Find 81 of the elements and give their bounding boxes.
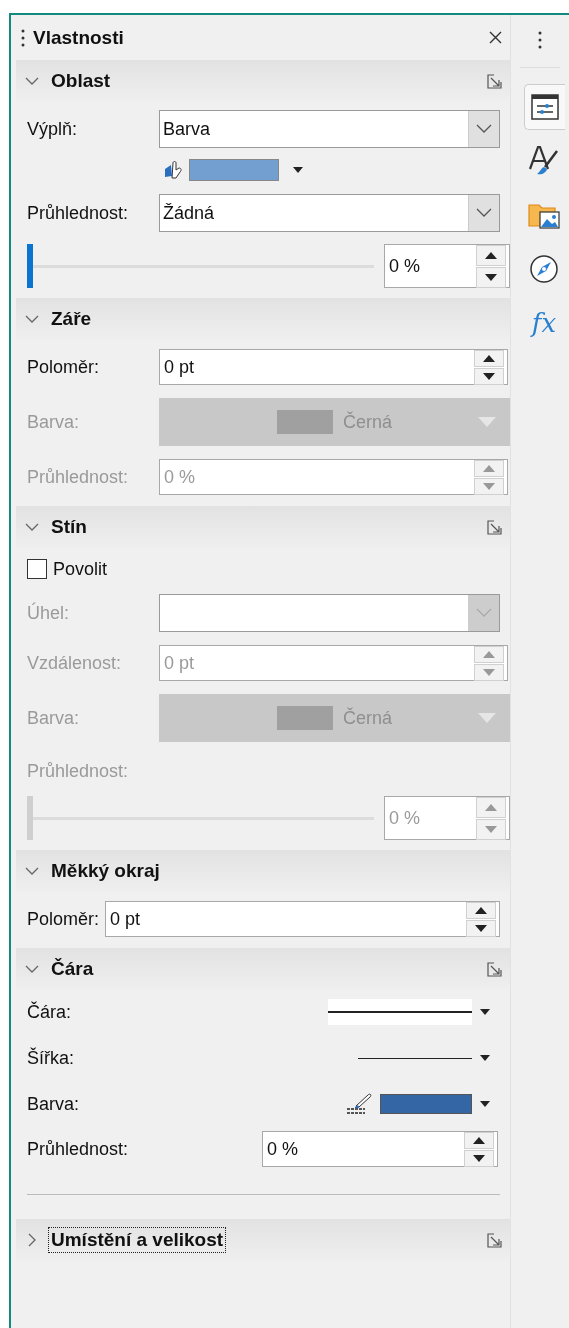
grip-icon[interactable]: [21, 27, 25, 48]
chevron-down-icon: [476, 124, 492, 134]
section-title: Měkký okraj: [50, 859, 161, 883]
line-color-icon[interactable]: [346, 1092, 372, 1116]
field-label: Výplň:: [27, 118, 79, 140]
field-label: Šířka:: [27, 1047, 74, 1069]
spin-field[interactable]: 0 pt: [159, 349, 508, 385]
more-options-icon[interactable]: [487, 961, 502, 977]
more-options-icon[interactable]: [487, 73, 502, 89]
spin-field[interactable]: 0 %: [262, 1131, 498, 1167]
section-title: Čára: [50, 957, 95, 981]
field-label: Průhlednost:: [27, 202, 130, 224]
functions-label: fx: [531, 308, 557, 338]
down-arrow-icon: [485, 825, 497, 833]
dropdown-arrow-icon: [478, 417, 496, 427]
fill-bucket-icon[interactable]: [163, 160, 185, 180]
field-label: Barva:: [27, 411, 81, 433]
more-options-icon[interactable]: [487, 1232, 502, 1248]
spin-up-button[interactable]: [476, 244, 506, 266]
field-label: Vzdálenost:: [27, 652, 123, 674]
dropdown-arrow-icon[interactable]: [480, 1101, 490, 1107]
spin-down-button[interactable]: [464, 1149, 494, 1167]
up-arrow-icon: [485, 803, 497, 811]
up-arrow-icon: [483, 354, 495, 362]
sidebar-tab[interactable]: [523, 84, 565, 130]
line-style-preview[interactable]: [328, 999, 472, 1025]
spin-up-button[interactable]: [464, 1131, 494, 1149]
field-label: Barva:: [27, 1093, 80, 1115]
color-swatch[interactable]: [380, 1094, 472, 1114]
properties-icon: [529, 93, 560, 121]
slider-thumb[interactable]: [27, 244, 33, 288]
spin-up-button[interactable]: [466, 901, 496, 919]
section-title: Stín: [50, 515, 88, 539]
dropdown[interactable]: Barva: [159, 110, 500, 148]
checkbox[interactable]: [27, 559, 47, 579]
field-label: Barva:: [27, 707, 81, 729]
dropdown-arrow-icon[interactable]: [293, 167, 303, 173]
spin-down-button[interactable]: [466, 919, 496, 937]
field-label: Poloměr:: [27, 908, 100, 930]
down-arrow-icon: [473, 1154, 485, 1162]
up-arrow-icon: [483, 464, 495, 472]
checkbox-label[interactable]: Povolit: [53, 558, 108, 580]
dropdown-arrow-icon: [478, 713, 496, 723]
more-options-icon[interactable]: [487, 519, 502, 535]
down-arrow-icon: [485, 273, 497, 281]
down-arrow-icon: [483, 482, 495, 490]
spin-down-button[interactable]: [474, 367, 504, 385]
color-swatch[interactable]: [189, 159, 279, 181]
field-label: Úhel:: [27, 602, 71, 624]
dropdown[interactable]: [159, 594, 500, 632]
section-title: Oblast: [50, 69, 112, 93]
dropdown-arrow-icon[interactable]: [480, 1009, 490, 1015]
section-title: Umístění a velikost: [48, 1227, 227, 1253]
field-label: Průhlednost:: [27, 1138, 130, 1160]
line-width-preview[interactable]: [358, 1057, 472, 1059]
brush-icon: [527, 145, 561, 177]
compass-icon: [529, 254, 559, 284]
sidebar-tab[interactable]: fx: [523, 300, 565, 346]
down-arrow-icon: [483, 372, 495, 380]
spin-down-button[interactable]: [476, 266, 506, 288]
field-label: Čára:: [27, 1001, 71, 1023]
field-label: Průhlednost:: [27, 760, 130, 782]
chevron-down-icon: [476, 208, 492, 218]
up-arrow-icon: [475, 906, 487, 914]
up-arrow-icon: [473, 1136, 485, 1144]
spin-field[interactable]: 0 %: [384, 244, 510, 288]
down-arrow-icon: [483, 668, 495, 676]
dropdown[interactable]: Žádná: [159, 194, 500, 232]
section-title: Záře: [50, 307, 93, 331]
field-label: Průhlednost:: [27, 466, 130, 488]
up-arrow-icon: [485, 251, 497, 259]
close-icon[interactable]: [489, 31, 502, 44]
spin-field[interactable]: 0 pt: [105, 901, 500, 937]
dropdown-arrow-icon[interactable]: [480, 1055, 490, 1061]
chevron-down-icon: [476, 608, 492, 618]
panel-title: Vlastnosti: [33, 26, 125, 49]
down-arrow-icon: [475, 924, 487, 932]
field-label: Poloměr:: [27, 356, 101, 378]
menu-icon[interactable]: [538, 31, 542, 49]
up-arrow-icon: [483, 650, 495, 658]
spin-up-button[interactable]: [474, 349, 504, 367]
